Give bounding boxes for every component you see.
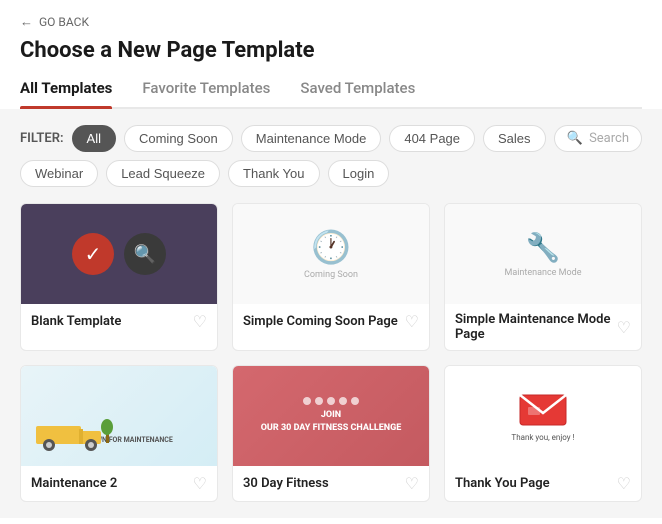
truck-svg — [31, 401, 121, 456]
content-area: FILTER: All Coming Soon Maintenance Mode… — [0, 109, 662, 518]
dot-2 — [315, 397, 323, 405]
magnify-icon: 🔍 — [134, 244, 156, 265]
dot-3 — [327, 397, 335, 405]
back-arrow-icon: ← — [20, 14, 33, 30]
filter-btn-thank-you[interactable]: Thank You — [228, 160, 319, 187]
thankyou-enjoy-text: Thank you, enjoy ! — [511, 433, 574, 442]
template-card-coming-soon: 🕐 Coming Soon Simple Coming Soon Page ♡ — [232, 203, 430, 351]
template-thumb-coming-soon[interactable]: 🕐 Coming Soon — [233, 204, 429, 304]
tab-saved-templates[interactable]: Saved Templates — [300, 79, 415, 107]
wrench-wrapper: 🔧 Maintenance Mode — [504, 231, 581, 278]
email-icon — [518, 391, 568, 429]
filter-label: FILTER: — [20, 131, 64, 146]
template-name-thankyou: Thank You Page — [455, 476, 550, 491]
tabs-container: All Templates Favorite Templates Saved T… — [20, 79, 642, 109]
thankyou-content: Thank you, enjoy ! — [511, 391, 574, 442]
template-thumb-maintenance[interactable]: 🔧 Maintenance Mode — [445, 204, 641, 304]
template-footer-truck: Maintenance 2 ♡ — [21, 466, 217, 501]
check-icon: ✓ — [85, 242, 102, 266]
heart-icon-truck[interactable]: ♡ — [193, 474, 207, 493]
template-name-maintenance: Simple Maintenance Mode Page — [455, 312, 617, 342]
search-box[interactable]: 🔍 Search — [554, 125, 642, 152]
filter-btn-login[interactable]: Login — [328, 160, 390, 187]
template-thumb-truck[interactable]: WE'RE DOWN FOR MAINTENANCE — [21, 366, 217, 466]
template-card-fitness: JOINOUR 30 DAY FITNESS CHALLENGE 30 Day … — [232, 365, 430, 502]
heart-icon-maintenance[interactable]: ♡ — [617, 318, 631, 337]
truck-image: WE'RE DOWN FOR MAINTENANCE — [21, 366, 217, 466]
template-thumb-fitness[interactable]: JOINOUR 30 DAY FITNESS CHALLENGE — [233, 366, 429, 466]
search-circle-icon: 🔍 — [124, 233, 166, 275]
go-back-button[interactable]: ← GO BACK — [20, 14, 642, 30]
template-name-fitness: 30 Day Fitness — [243, 476, 329, 491]
template-name-truck: Maintenance 2 — [31, 476, 117, 491]
template-footer-thankyou: Thank You Page ♡ — [445, 466, 641, 501]
filter-btn-coming-soon[interactable]: Coming Soon — [124, 125, 233, 152]
filter-row-1: FILTER: All Coming Soon Maintenance Mode… — [20, 125, 642, 152]
maintenance-mode-text: Maintenance Mode — [504, 268, 581, 278]
dot-4 — [339, 397, 347, 405]
heart-icon-fitness[interactable]: ♡ — [405, 474, 419, 493]
template-footer-fitness: 30 Day Fitness ♡ — [233, 466, 429, 501]
clock-icon: 🕐 — [311, 228, 351, 266]
filter-btn-webinar[interactable]: Webinar — [20, 160, 98, 187]
check-circle-icon: ✓ — [72, 233, 114, 275]
template-footer-blank: Blank Template ♡ — [21, 304, 217, 339]
template-card-maintenance: 🔧 Maintenance Mode Simple Maintenance Mo… — [444, 203, 642, 351]
dot-1 — [303, 397, 311, 405]
page-title: Choose a New Page Template — [20, 38, 642, 63]
fitness-content: JOINOUR 30 DAY FITNESS CHALLENGE — [261, 397, 402, 434]
filter-btn-404[interactable]: 404 Page — [389, 125, 475, 152]
search-placeholder: Search — [589, 131, 629, 146]
fitness-text: JOINOUR 30 DAY FITNESS CHALLENGE — [261, 409, 402, 434]
template-footer-maintenance: Simple Maintenance Mode Page ♡ — [445, 304, 641, 350]
template-thumb-thankyou[interactable]: Thank you, enjoy ! — [445, 366, 641, 466]
blank-icons: ✓ 🔍 — [72, 233, 166, 275]
templates-grid: ✓ 🔍 Blank Template ♡ 🕐 Comin — [20, 203, 642, 502]
filter-btn-sales[interactable]: Sales — [483, 125, 546, 152]
filter-row-2: Webinar Lead Squeeze Thank You Login — [20, 160, 642, 187]
template-thumb-blank[interactable]: ✓ 🔍 — [21, 204, 217, 304]
template-footer-coming-soon: Simple Coming Soon Page ♡ — [233, 304, 429, 339]
template-card-blank: ✓ 🔍 Blank Template ♡ — [20, 203, 218, 351]
template-card-truck: WE'RE DOWN FOR MAINTENANCE — [20, 365, 218, 502]
tab-all-templates[interactable]: All Templates — [20, 79, 112, 107]
template-name-blank: Blank Template — [31, 314, 121, 329]
template-name-coming-soon: Simple Coming Soon Page — [243, 314, 398, 329]
filter-btn-maintenance[interactable]: Maintenance Mode — [241, 125, 382, 152]
heart-icon-thankyou[interactable]: ♡ — [617, 474, 631, 493]
dot-5 — [351, 397, 359, 405]
go-back-label: GO BACK — [39, 15, 89, 29]
filter-btn-all[interactable]: All — [72, 125, 116, 152]
fitness-bg: JOINOUR 30 DAY FITNESS CHALLENGE — [233, 366, 429, 466]
search-icon: 🔍 — [567, 131, 583, 146]
template-card-thankyou: Thank you, enjoy ! Thank You Page ♡ — [444, 365, 642, 502]
heart-icon-coming-soon[interactable]: ♡ — [405, 312, 419, 331]
header: ← GO BACK Choose a New Page Template All… — [0, 0, 662, 109]
heart-icon-blank[interactable]: ♡ — [193, 312, 207, 331]
page-wrapper: ← GO BACK Choose a New Page Template All… — [0, 0, 662, 524]
coming-soon-text: Coming Soon — [304, 270, 358, 280]
dots-row — [303, 397, 359, 405]
coming-soon-wrapper: 🕐 Coming Soon — [304, 228, 358, 280]
filter-btn-lead-squeeze[interactable]: Lead Squeeze — [106, 160, 220, 187]
wrench-icon: 🔧 — [526, 231, 561, 264]
tab-favorite-templates[interactable]: Favorite Templates — [142, 79, 270, 107]
